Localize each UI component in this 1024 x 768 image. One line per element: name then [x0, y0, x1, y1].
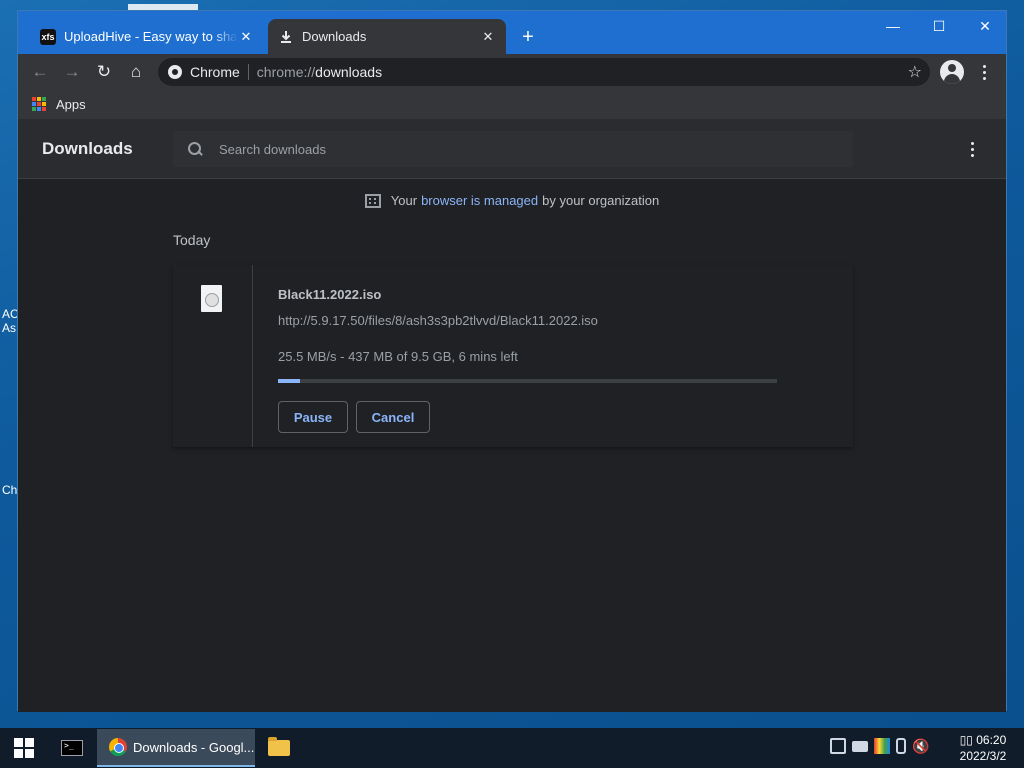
downloads-header: Downloads Search downloads	[18, 119, 1006, 179]
volume-muted-icon[interactable]: 🔇	[912, 738, 929, 754]
taskbar-file-explorer[interactable]	[258, 728, 300, 768]
search-downloads-input[interactable]: Search downloads	[173, 131, 853, 167]
search-placeholder: Search downloads	[219, 141, 326, 157]
downloads-page: Downloads Search downloads Your browser …	[18, 119, 1006, 712]
download-item: Black11.2022.iso http://5.9.17.50/files/…	[173, 265, 853, 447]
download-file-name: Black11.2022.iso	[278, 287, 382, 302]
address-bar[interactable]: Chrome chrome:// downloads ☆	[158, 58, 930, 86]
pause-button[interactable]: Pause	[278, 401, 348, 433]
clock-date: 2022/3/2	[959, 749, 1007, 763]
tab-uploadhive[interactable]: xfs UploadHive - Easy way to share your …	[30, 19, 264, 54]
download-url[interactable]: http://5.9.17.50/files/8/ash3s3pb2tlvvd/…	[278, 313, 598, 328]
color-settings-icon[interactable]	[874, 738, 890, 754]
windows-taskbar: >_ Downloads - Googl... 🔇 ▯▯ 06:20 2022/…	[0, 728, 1024, 768]
disc-image-file-icon	[201, 285, 222, 312]
desktop-icon-label-3: Ch	[2, 483, 18, 497]
tab-downloads[interactable]: Downloads ✕	[268, 19, 506, 54]
search-icon	[187, 141, 203, 157]
minimize-button[interactable]: —	[870, 11, 916, 41]
managed-notice: Your browser is managed by your organiza…	[18, 193, 1006, 208]
downloads-more-actions-icon[interactable]	[964, 137, 980, 161]
close-tab-icon[interactable]: ✕	[238, 29, 254, 45]
back-button[interactable]: ←	[26, 58, 54, 86]
new-tab-button[interactable]: +	[516, 25, 540, 49]
uploadhive-favicon-icon: xfs	[40, 28, 56, 45]
tab-title: Downloads	[302, 29, 367, 44]
home-button[interactable]: ⌂	[122, 58, 150, 86]
chrome-logo-icon	[109, 738, 127, 756]
tab-strip: xfs UploadHive - Easy way to share your …	[18, 11, 1006, 54]
download-arrow-icon	[278, 29, 294, 45]
url-scheme: chrome://	[256, 64, 316, 80]
apps-bookmark[interactable]: Apps	[56, 97, 86, 112]
cancel-button[interactable]: Cancel	[356, 401, 430, 433]
chrome-window: xfs UploadHive - Easy way to share your …	[17, 10, 1007, 712]
bookmark-star-icon[interactable]: ☆	[908, 62, 922, 82]
browser-menu-icon[interactable]	[976, 58, 992, 86]
tab-title: UploadHive - Easy way to share your file…	[64, 29, 238, 44]
managed-link[interactable]: browser is managed	[421, 193, 538, 208]
download-progress-bar	[278, 379, 777, 383]
desktop-icon-label-2: As	[2, 321, 17, 335]
forward-button[interactable]: →	[58, 58, 86, 86]
taskbar-chrome[interactable]: Downloads - Googl...	[97, 729, 255, 767]
taskbar-terminal[interactable]: >_	[50, 728, 94, 768]
download-icon-column	[173, 265, 253, 447]
page-title: Downloads	[42, 139, 133, 158]
managed-prefix: Your	[390, 193, 418, 208]
close-tab-icon[interactable]: ✕	[480, 29, 496, 45]
keyboard-icon[interactable]	[852, 740, 868, 752]
profile-avatar-icon[interactable]	[940, 60, 964, 84]
chrome-icon	[168, 65, 182, 79]
windows-logo-icon	[14, 738, 34, 758]
download-progress-fill	[278, 379, 301, 383]
url-host: downloads	[315, 64, 383, 80]
browser-toolbar: ← → ↻ ⌂ Chrome chrome:// downloads ☆	[18, 54, 1006, 89]
apps-grid-icon	[32, 97, 46, 111]
date-section-label: Today	[173, 232, 211, 248]
omnibox-chip: Chrome	[190, 64, 249, 80]
terminal-icon: >_	[61, 740, 83, 756]
folder-icon	[268, 737, 290, 756]
reload-button[interactable]: ↻	[90, 58, 118, 86]
managed-suffix: by your organization	[542, 193, 660, 208]
taskbar-clock[interactable]: ▯▯ 06:20 2022/3/2	[952, 732, 1014, 764]
download-status: 25.5 MB/s - 437 MB of 9.5 GB, 6 mins lef…	[278, 349, 518, 364]
close-window-button[interactable]: ✕	[962, 11, 1008, 41]
maximize-button[interactable]: ☐	[916, 11, 962, 41]
usb-device-icon[interactable]	[896, 738, 906, 754]
taskbar-chrome-label: Downloads - Googl...	[133, 739, 255, 755]
system-tray: 🔇	[830, 738, 929, 754]
bookmarks-bar: Apps	[18, 89, 1006, 119]
clock-time: ▯▯ 06:20	[959, 733, 1007, 747]
building-icon	[364, 193, 381, 208]
start-button[interactable]	[0, 728, 48, 768]
network-icon[interactable]	[830, 738, 846, 754]
